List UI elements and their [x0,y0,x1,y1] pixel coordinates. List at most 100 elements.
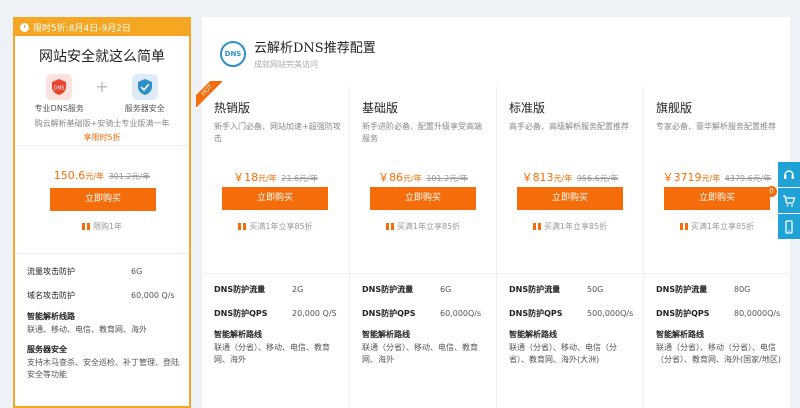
promo-buy-button[interactable]: 立即购买 [50,188,156,211]
feature-block-title: 服务器安全 [27,345,67,354]
plan-price-unit: 元/年 [553,174,573,183]
feature-key: DNS防护流量 [214,284,266,294]
feature-value: 60,000 Q/s [131,290,175,300]
feature-key: DNS防护流量 [656,284,708,294]
feature-value: 500,000Q/s [587,308,634,318]
feature-key: DNS防护QPS [214,308,268,318]
buy-button[interactable]: 立即购买 [222,187,328,210]
plan-note: 买满1年立享85折 [202,221,349,232]
plan-note: 买满1年立享85折 [644,221,790,232]
promo-old-price: 301.2元/年 [108,172,151,181]
plan-price-value: 3719 [673,171,702,184]
promo-title: 网站安全就这么简单 [39,49,165,65]
plan-old-price: 101.2元/年 [426,174,468,183]
feature-block-title: 智能解析路线 [656,330,704,339]
feature-value: 6G [131,266,143,276]
feature-value: 80G [734,284,751,294]
service-server: 服务器安全 [115,74,175,114]
feature-row: DNS防护QPS 500,000Q/s [509,301,635,325]
plan-name: 标准版 [509,101,546,115]
plan-card-basic: 基础版 新手进阶必备、配置升级享受高端服务 ￥86元/年 101.2元/年 立即… [349,87,496,408]
feature-key: DNS防护QPS [362,308,416,318]
plan-price: ￥86元/年 101.2元/年 [350,169,496,185]
dns-panel: DNS 云解析DNS推荐配置 成就网站完美访问 HOT 热销版 新手入门必备、网… [196,17,790,408]
promo-features: 流量攻击防护 6G 域名攻击防护 60,000 Q/s 智能解析线路 联通、移动… [27,259,181,381]
plan-note-text: 买满1年立享85折 [543,222,608,231]
promo-discount-link[interactable]: 享限时5折 [15,132,189,143]
plan-price: ￥3719元/年 4379.6元/年 [644,169,790,185]
plan-old-price: 21.6元/年 [281,174,318,183]
feature-value: 6G [440,284,452,294]
buy-button[interactable]: 立即购买 [370,187,476,210]
page-subtitle: 成就网站完美访问 [254,60,318,69]
plus-icon: + [95,77,109,96]
promo-price-unit: 元/年 [85,172,105,181]
feature-key: 流量攻击防护 [27,266,75,276]
service-server-label: 服务器安全 [124,104,165,113]
support-icon[interactable] [778,162,800,188]
feature-row: DNS防护流量 6G [362,277,488,301]
plan-note: 买满1年立享85折 [497,221,643,232]
feature-key: DNS防护流量 [362,284,414,294]
feature-block: 智能解析路线联通（分省）、移动、电信（分省）、教育网、海外(大洲) [509,329,635,366]
currency-symbol: ￥ [662,171,674,184]
dns-shield-icon: DNS [46,74,73,100]
cart-icon[interactable] [778,188,800,214]
feature-row: DNS防护流量 80G [656,277,782,301]
plan-old-price: 4379.6元/年 [724,174,772,183]
plan-note: 买满1年立享85折 [350,221,496,232]
service-dns: DNS 专业DNS服务 [29,74,89,114]
floating-toolbar: 0 [766,162,800,240]
plan-list: HOT 热销版 新手入门必备、网站加速+超强防攻击 ￥18元/年 21.6元/年… [196,81,790,408]
clock-icon [20,23,29,32]
buy-button[interactable]: 立即购买 [517,187,623,210]
mobile-icon[interactable] [778,214,800,240]
feature-row: DNS防护流量 2G [214,277,341,301]
cart-count-badge: 0 [766,186,777,197]
feature-key: DNS防护QPS [656,308,710,318]
plan-desc: 新手进阶必备、配置升级享受高端服务 [362,122,482,143]
currency-symbol: ￥ [233,171,245,184]
divider [644,273,790,274]
plan-card-standard: 标准版 高手必备、高级解析服务配置推荐 ￥813元/年 956.6元/年 立即购… [496,87,643,408]
feature-block-desc: 联通（分省）、移动、电信、教育网、海外 [214,343,330,364]
promo-banner: 限时5折:8月4日-9月2日 [15,19,189,36]
feature-block-desc: 联通（分省）、移动、电信（分省）、教育网、海外(大洲) [509,343,617,364]
gift-icon [679,223,688,230]
plan-name: 基础版 [362,101,399,115]
feature-block-title: 智能解析路线 [509,330,557,339]
feature-block-desc: 联通、移动、电信、教育网、海外 [27,325,147,334]
plan-note-text: 买满1年立享85折 [396,222,461,231]
feature-key: DNS防护流量 [509,284,561,294]
feature-key: DNS防护QPS [509,308,563,318]
gift-icon [532,223,541,230]
promo-price-value: 150.6 [53,169,86,182]
plan-desc: 新手入门必备、网站加速+超强防攻击 [214,122,341,143]
feature-block: 智能解析路线 联通（分省）、移动、电信、教育网、海外 [362,329,488,366]
promo-banner-text: 限时5折:8月4日-9月2日 [33,24,131,34]
feature-value: 50G [587,284,604,294]
feature-block-desc: 支持木马查杀、安全巡检、补丁管理、登陆安全等功能 [27,358,179,379]
feature-block: 智能解析路线 联通（分省）、移动（分省）、电信（分省）、教育网、海外(国家/地区) [656,329,782,366]
plan-card-hot: HOT 热销版 新手入门必备、网站加速+超强防攻击 ￥18元/年 21.6元/年… [196,81,349,408]
plan-name: 旗舰版 [656,101,693,115]
feature-value: 2G [292,284,304,294]
plan-note-text: 买满1年立享85折 [690,222,755,231]
feature-block: 智能解析路线联通（分省）、移动、电信、教育网、海外 [214,329,341,366]
plan-price: ￥18元/年 21.6元/年 [202,169,349,185]
gift-icon [385,223,394,230]
divider [15,145,189,146]
feature-key: 域名攻击防护 [27,290,75,300]
buy-button[interactable]: 立即购买 [664,187,770,210]
plan-note-text: 买满1年立享85折 [249,222,313,231]
feature-block-title: 智能解析路线 [214,330,262,339]
promo-desc: 购云解析基础版+安骑士专业版满一年 [34,119,170,128]
divider [497,273,643,274]
plan-card-flagship: 旗舰版 专家必备、豪华解析服务配置推荐 ￥3719元/年 4379.6元/年 立… [643,87,790,408]
divider [15,253,189,254]
page-title: 云解析DNS推荐配置 [254,41,376,56]
plan-price-unit: 元/年 [258,174,277,183]
feature-row: DNS防护QPS 20,000 Q/S [214,301,341,325]
feature-block-title: 智能解析路线 [362,330,410,339]
plan-desc: 专家必备、豪华解析服务配置推荐 [656,122,776,131]
